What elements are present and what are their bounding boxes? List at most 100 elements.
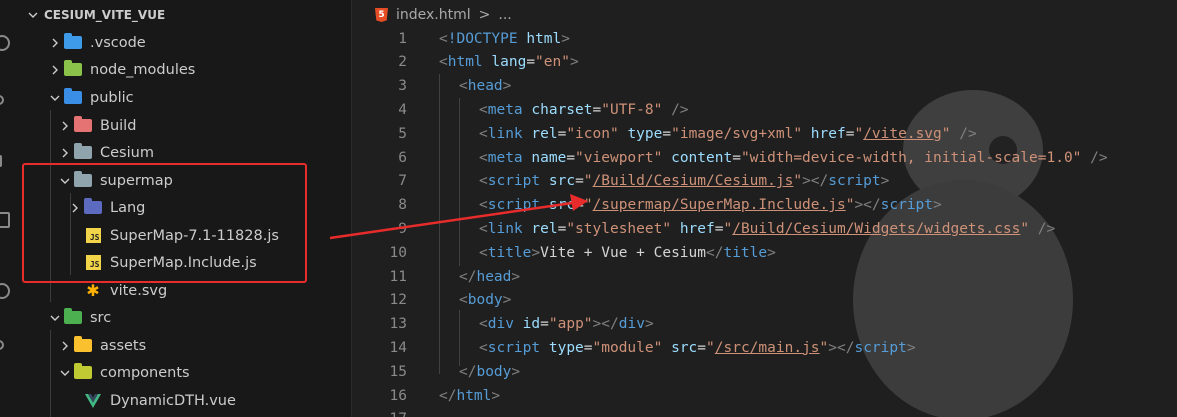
code-token: >: [906, 339, 916, 356]
line-number: 11: [389, 268, 407, 285]
tree-item[interactable]: node_modules: [46, 56, 195, 83]
breadcrumb-file[interactable]: index.html: [396, 7, 471, 23]
tree-item-label: Cesium: [100, 144, 154, 161]
code-token: rel: [531, 220, 558, 237]
code-line[interactable]: 4 <meta charset="UTF-8" />: [353, 98, 1177, 121]
code-token: /supermap/SuperMap.Include.js: [592, 197, 846, 214]
activity-accounts-icon[interactable]: [0, 340, 4, 350]
tree-item-label: components: [100, 364, 190, 381]
code-line[interactable]: 12 <body>: [353, 289, 1177, 312]
tree-item[interactable]: assets: [56, 332, 146, 359]
code-token: <: [479, 244, 488, 261]
tree-item[interactable]: src: [46, 304, 111, 331]
activity-explorer-icon[interactable]: [0, 35, 10, 51]
code-token: =: [575, 197, 584, 214]
code-line[interactable]: 3 <head>: [353, 75, 1177, 98]
code-token: <: [439, 30, 448, 47]
code-token: />: [1037, 220, 1056, 237]
code-token: href: [810, 125, 846, 142]
tree-item[interactable]: .vscode: [46, 29, 146, 56]
code-token: src: [548, 197, 576, 214]
code-token: =: [732, 149, 741, 166]
tree-item-label: public: [90, 89, 134, 106]
code-token: title: [487, 244, 532, 261]
line-number: 14: [389, 339, 407, 356]
folder-icon: [74, 143, 92, 161]
code-token: body: [467, 292, 503, 309]
code-line[interactable]: 5 <link rel="icon" type="image/svg+xml" h…: [353, 122, 1177, 145]
tree-item-label: node_modules: [90, 61, 196, 78]
code-line[interactable]: 1 <!DOCTYPE html>: [353, 27, 1177, 50]
code-text: <meta charset="UTF-8" />: [479, 102, 689, 118]
code-token: ></: [828, 339, 855, 356]
code-line[interactable]: 8 <script src="/supermap/SuperMap.Include…: [353, 194, 1177, 217]
code-token: body: [476, 363, 512, 380]
code-text: <script src="/Build/Cesium/Cesium.js"></…: [479, 173, 889, 189]
code-line[interactable]: 15 </body>: [353, 360, 1177, 383]
code-token: >: [511, 268, 521, 285]
code-token: </: [459, 363, 477, 380]
code-token: ></: [854, 197, 881, 214]
explorer-root-row[interactable]: CESIUM_VITE_VUE: [28, 4, 165, 26]
code-token: >: [644, 316, 654, 333]
code-line[interactable]: 2 <html lang="en">: [353, 51, 1177, 74]
code-token: script: [854, 339, 907, 356]
node-folder-icon: [64, 60, 82, 78]
code-token: >: [531, 244, 541, 261]
line-number: 8: [398, 197, 407, 214]
line-number: 3: [398, 78, 407, 95]
code-line[interactable]: 17: [353, 408, 1177, 417]
line-number: 7: [398, 173, 407, 190]
tree-item[interactable]: Cesium: [56, 139, 154, 166]
code-token: </: [459, 268, 477, 285]
activity-run-icon[interactable]: [0, 155, 2, 167]
code-token: content: [671, 149, 733, 166]
code-token: /vite.svg: [863, 125, 942, 142]
line-number: 12: [389, 292, 407, 309]
tree-item[interactable]: public: [46, 84, 134, 111]
code-token: >: [502, 78, 512, 95]
code-line[interactable]: 16 </html>: [353, 384, 1177, 407]
code-token: Vite + Vue + Cesium: [540, 244, 706, 261]
code-line[interactable]: 10 <title>Vite + Vue + Cesium</title>: [353, 241, 1177, 264]
code-line[interactable]: 11 </head>: [353, 265, 1177, 288]
code-line[interactable]: 13 <div id="app"></div>: [353, 313, 1177, 336]
tree-item[interactable]: components: [56, 359, 190, 386]
code-token: <: [479, 101, 488, 118]
public-folder-icon: [64, 88, 82, 106]
tree-item[interactable]: Build: [56, 112, 136, 139]
activity-search-icon[interactable]: [0, 95, 4, 105]
code-text: <link rel="stylesheet" href="/Build/Cesi…: [479, 221, 1055, 237]
code-line[interactable]: 9 <link rel="stylesheet" href="/Build/Ces…: [353, 217, 1177, 240]
code-token: "viewport": [575, 149, 663, 166]
chevron-right-icon: [46, 38, 64, 48]
activity-remote-icon[interactable]: [0, 283, 10, 299]
code-token: div: [618, 316, 645, 333]
breadcrumb-more[interactable]: ...: [498, 7, 511, 23]
code-editor[interactable]: 5 index.html > ... 1 <!DOCTYPE html> 2 <htm…: [353, 0, 1177, 417]
code-text: <head>: [459, 78, 511, 94]
code-token: >: [767, 244, 776, 261]
code-token: =: [662, 125, 672, 142]
code-text: <body>: [459, 292, 511, 308]
code-token: =: [697, 339, 707, 356]
code-line[interactable]: 14 <script type="module" src="/src/main.j…: [353, 336, 1177, 359]
code-text: <meta name="viewport" content="width=dev…: [479, 150, 1108, 166]
code-line[interactable]: 6 <meta name="viewport" content="width=de…: [353, 146, 1177, 169]
code-token: link: [487, 220, 523, 237]
code-line[interactable]: 7 <script src="/Build/Cesium/Cesium.js"><…: [353, 170, 1177, 193]
line-number: 1: [398, 30, 407, 47]
tree-item[interactable]: DynamicDTH.vue: [66, 387, 236, 414]
tree-item-label: DynamicDTH.vue: [110, 392, 236, 409]
code-token: <: [479, 197, 488, 214]
activity-extensions-icon[interactable]: [0, 212, 10, 228]
code-token: charset: [531, 101, 593, 118]
svg-file-icon: ✱: [86, 280, 100, 300]
